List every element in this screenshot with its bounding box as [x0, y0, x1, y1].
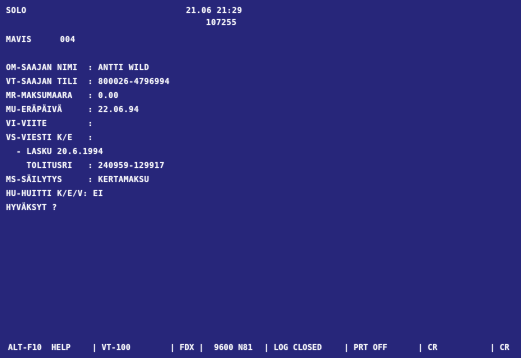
terminal-screen[interactable]: SOLO 21.06 21:29 107255 MAVIS 004 OM-SAA…: [0, 0, 521, 358]
counter-label: 107255: [206, 18, 237, 27]
form-line-storage: MS-SÄILYTYS : KERTAMAKSU: [6, 175, 150, 184]
form-line-recipient-account: VT-SAAJAN TILI : 800026-4796994: [6, 77, 170, 86]
status-help-key[interactable]: ALT-F10 HELP: [8, 343, 71, 353]
form-line-confirm-prompt[interactable]: HYVÄKSYT ?: [6, 203, 57, 213]
status-bar: ALT-F10 HELP | VT-100 | FDX | 9600 N81 |…: [0, 333, 521, 358]
form-line-reference: VI-VIITE :: [6, 119, 93, 128]
status-duplex: | FDX |: [170, 343, 204, 352]
form-line-recipient-name: OM-SAAJAN NIMI : ANTTI WILD: [6, 63, 150, 72]
form-line-invoice: - LASKU 20.6.1994: [6, 147, 104, 156]
form-line-delivery-number: TOLITUSRI : 240959-129917: [6, 161, 165, 170]
page-number: 004: [60, 35, 76, 44]
form-line-amount: MR-MAKSUMAARA : 0.00: [6, 91, 119, 100]
form-line-receipt: HU-HUITTI K/E/V: EI: [6, 189, 104, 198]
form-line-due-date: MU-ERÄPÄIVÄ : 22.06.94: [6, 105, 140, 114]
status-cr-1: | CR: [418, 343, 438, 352]
status-log: | LOG CLOSED: [264, 343, 322, 352]
status-emulation: | VT-100: [92, 343, 131, 352]
status-printer: | PRT OFF: [344, 343, 388, 352]
status-cr-2: | CR: [490, 343, 510, 352]
form-line-message: VS-VIESTI K/E :: [6, 133, 93, 142]
page-label: MAVIS: [6, 35, 32, 44]
mode-label: SOLO: [6, 6, 27, 15]
status-baud: 9600 N81: [214, 343, 253, 352]
datetime-label: 21.06 21:29: [186, 6, 243, 15]
